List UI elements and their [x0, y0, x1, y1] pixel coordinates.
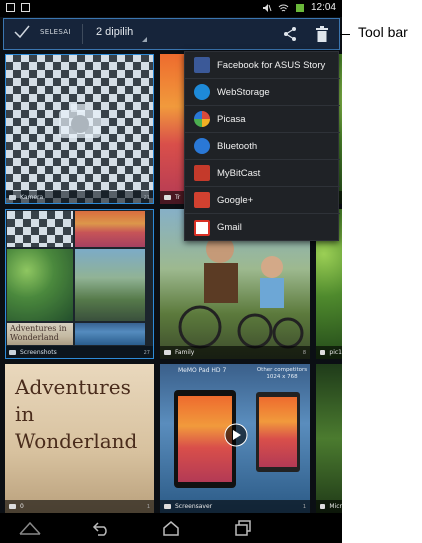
done-label: SELESAI	[40, 28, 71, 36]
album-name: Screensaver	[175, 503, 213, 510]
figure: 12:04 Kamera 21 Tr 2	[0, 0, 422, 543]
thumb-text: Adventures in Wonderland	[10, 324, 67, 342]
album-tile-screenshots[interactable]: Adventures in Wonderland Screenshots 27	[5, 209, 154, 359]
picasa-icon	[194, 111, 210, 127]
folder-icon	[9, 504, 16, 509]
album-caption: Screenshots 27	[5, 346, 154, 359]
thumb-text: Adventures in Wonderland	[15, 375, 138, 453]
bluetooth-icon	[194, 138, 210, 154]
thumb-text: Other competitors 1024 x 768	[256, 367, 308, 380]
folder-icon	[320, 504, 326, 509]
folder-icon	[164, 504, 171, 509]
album-name: Family	[175, 349, 195, 356]
battery-icon	[295, 3, 304, 12]
album-count: 27	[143, 349, 150, 356]
thumb	[256, 392, 300, 472]
thumb	[75, 211, 145, 247]
album-tile-0[interactable]: Adventures in Wonderland 0 1	[5, 364, 154, 513]
share-menu: Facebook for ASUS Story WebStorage Picas…	[184, 51, 340, 241]
menu-item-label: Gmail	[217, 222, 242, 233]
album-name: Micr	[329, 503, 342, 510]
dropdown-triangle-icon	[142, 37, 147, 42]
recent-apps-dismiss-icon[interactable]	[18, 520, 42, 536]
recent-apps-icon[interactable]	[234, 520, 252, 536]
mute-icon	[262, 3, 272, 12]
album-caption: Kamera 21	[5, 191, 154, 204]
home-icon[interactable]	[162, 520, 180, 536]
tablet-screen: 12:04 Kamera 21 Tr 2	[0, 0, 342, 543]
album-caption: Screensaver 1	[160, 500, 310, 513]
share-option-facebook[interactable]: Facebook for ASUS Story	[185, 52, 340, 79]
share-option-gmail[interactable]: Gmail	[185, 214, 340, 241]
menu-item-label: Facebook for ASUS Story	[217, 59, 326, 71]
thumb: Adventures in Wonderland	[7, 323, 73, 345]
thumb	[75, 323, 145, 345]
status-bar: 12:04	[0, 0, 342, 17]
share-option-mybitcast[interactable]: MyBitCast	[185, 160, 340, 187]
folder-icon	[320, 350, 326, 355]
thumb-text: MeMO Pad HD 7	[178, 367, 227, 374]
folder-icon	[164, 350, 171, 355]
gmail-icon	[194, 219, 210, 236]
share-option-picasa[interactable]: Picasa	[185, 106, 340, 133]
album-count: 1	[302, 503, 306, 510]
thumb	[259, 397, 297, 467]
play-icon[interactable]	[224, 423, 248, 447]
camera-icon	[59, 104, 101, 138]
share-option-bluetooth[interactable]: Bluetooth	[185, 133, 340, 160]
mybitcast-icon	[194, 165, 210, 181]
album-caption: Tr	[160, 191, 184, 204]
annotation-line	[340, 34, 350, 35]
album-name: Screenshots	[20, 349, 57, 356]
webstorage-icon	[194, 84, 210, 100]
album-caption: pic1	[316, 346, 342, 359]
share-icon[interactable]	[282, 26, 298, 42]
tool-bar: SELESAI 2 dipilih	[3, 18, 340, 50]
menu-item-label: WebStorage	[217, 86, 270, 98]
album-name: pic1	[329, 349, 342, 356]
notification-icon	[6, 3, 15, 12]
album-count: 1	[146, 503, 150, 510]
album-caption: 0 1	[5, 500, 154, 513]
menu-item-label: MyBitCast	[217, 167, 261, 179]
clock: 12:04	[310, 2, 336, 13]
navigation-bar	[0, 513, 342, 543]
album-tile-micr[interactable]: Micr	[316, 364, 342, 513]
share-option-webstorage[interactable]: WebStorage	[185, 79, 340, 106]
album-tile-2[interactable]: Tr	[160, 54, 184, 204]
album-caption: Family 8	[160, 346, 310, 359]
thumb	[7, 211, 73, 247]
wifi-icon	[278, 4, 289, 11]
album-count: 8	[302, 349, 306, 356]
folder-icon	[164, 195, 171, 200]
album-count: 21	[143, 194, 150, 201]
googleplus-icon	[194, 192, 210, 208]
toolbar-divider	[82, 24, 83, 44]
facebook-icon	[194, 57, 210, 73]
menu-item-label: Bluetooth	[217, 140, 258, 152]
trash-icon[interactable]	[316, 26, 328, 42]
check-icon	[14, 25, 30, 39]
menu-item-label: Google+	[217, 194, 254, 206]
folder-icon	[9, 350, 16, 355]
annotation-label: Tool bar	[358, 24, 408, 40]
selection-count-dropdown[interactable]: 2 dipilih	[96, 26, 133, 38]
album-name: 0	[20, 503, 24, 510]
menu-item-label: Picasa	[217, 113, 246, 125]
camera-folder-icon	[9, 195, 16, 200]
back-icon[interactable]	[92, 520, 112, 536]
album-caption: Micr	[316, 500, 342, 513]
album-name: Kamera	[20, 194, 44, 201]
done-button[interactable]: SELESAI	[14, 25, 71, 39]
thumb	[7, 249, 73, 321]
notification-icon	[21, 3, 30, 12]
share-option-googleplus[interactable]: Google+	[185, 187, 340, 214]
album-tile-screensaver[interactable]: MeMO Pad HD 7 Other competitors 1024 x 7…	[160, 364, 310, 513]
thumb	[75, 249, 145, 321]
album-name: Tr	[175, 194, 181, 201]
album-tile-kamera[interactable]: Kamera 21	[5, 54, 154, 204]
